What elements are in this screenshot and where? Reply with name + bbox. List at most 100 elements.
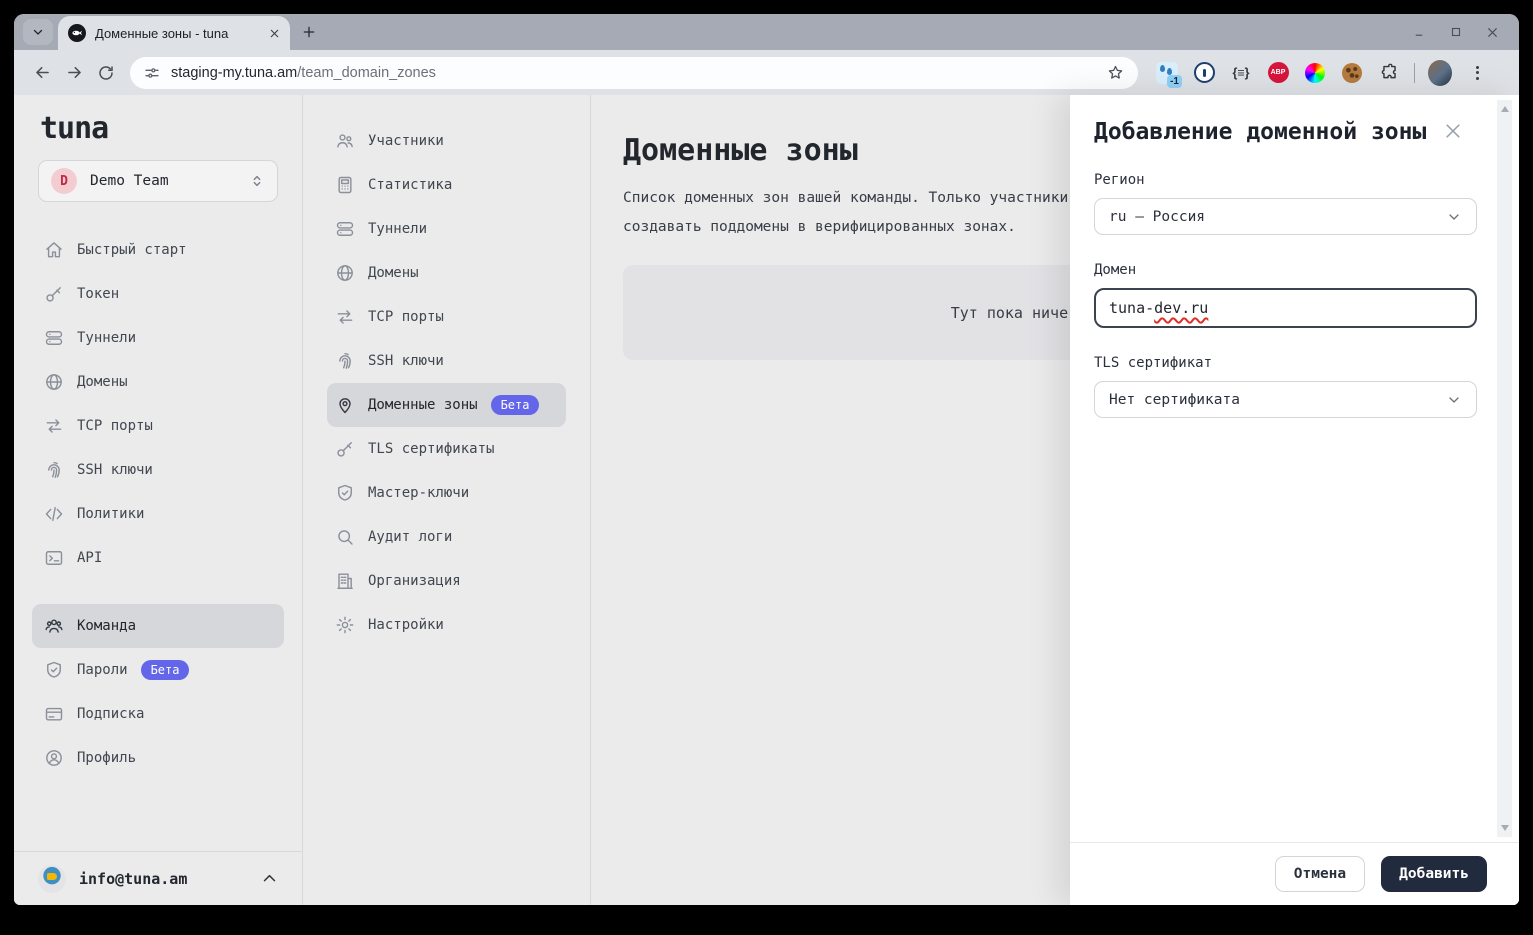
browser-menu-icon[interactable] [1465, 61, 1489, 85]
card-icon [44, 704, 64, 724]
new-tab-button[interactable] [302, 25, 316, 39]
scroll-up-icon[interactable] [1501, 106, 1509, 112]
shield-icon [44, 660, 64, 680]
nav-label: TLS сертификаты [368, 441, 494, 457]
tab-search-button[interactable] [23, 19, 53, 45]
browser-toolbar: staging-my.tuna.am/team_domain_zones -1 … [14, 50, 1519, 95]
globe-icon [335, 263, 355, 283]
sidebar-item-shield[interactable]: ПаролиБета [32, 648, 284, 692]
close-window-icon[interactable] [1486, 26, 1499, 39]
team-menu-item-server[interactable]: Туннели [327, 207, 566, 251]
weather-badge: -1 [1167, 75, 1182, 88]
team-icon [44, 616, 64, 636]
pin-icon [335, 395, 355, 415]
sidebar-item-server[interactable]: Туннели [32, 316, 284, 360]
nav-label: API [77, 550, 102, 566]
colorwheel-extension-icon[interactable] [1303, 61, 1327, 85]
team-menu-item-users[interactable]: Участники [327, 119, 566, 163]
sidebar-account-nav: Команда ПаролиБета Подписка Профиль [32, 604, 284, 780]
close-panel-icon[interactable] [1443, 121, 1463, 141]
extensions-puzzle-icon[interactable] [1377, 61, 1401, 85]
nav-label: Быстрый старт [77, 242, 187, 258]
tls-select[interactable]: Нет сертификата [1094, 381, 1477, 418]
team-menu-item-swap[interactable]: TCP порты [327, 295, 566, 339]
sidebar-item-team[interactable]: Команда [32, 604, 284, 648]
globe-icon [44, 372, 64, 392]
beta-badge: Бета [491, 395, 540, 415]
team-menu-item-fingerprint[interactable]: SSH ключи [327, 339, 566, 383]
team-menu-item-building[interactable]: Организация [327, 559, 566, 603]
nav-label: Профиль [77, 750, 136, 766]
panel-scrollbar[interactable] [1497, 100, 1512, 837]
tls-label: TLS сертификат [1094, 355, 1477, 371]
team-menu-item-key[interactable]: TLS сертификаты [327, 427, 566, 471]
nav-label: Подписка [77, 706, 144, 722]
sidebar-item-user[interactable]: Профиль [32, 736, 284, 780]
code-icon [44, 504, 64, 524]
chevron-up-icon [261, 870, 278, 887]
domain-input[interactable]: tuna-dev.ru [1094, 288, 1477, 328]
code-braces-extension-icon[interactable]: {≡} [1229, 61, 1253, 85]
team-menu-item-globe[interactable]: Домены [327, 251, 566, 295]
team-menu-item-shield[interactable]: Мастер-ключи [327, 471, 566, 515]
onepassword-extension-icon[interactable] [1192, 61, 1216, 85]
cookie-extension-icon[interactable] [1340, 61, 1364, 85]
maximize-icon[interactable] [1450, 26, 1462, 38]
sidebar-item-swap[interactable]: TCP порты [32, 404, 284, 448]
team-menu-item-gear[interactable]: Настройки [327, 603, 566, 647]
search-icon [335, 527, 355, 547]
chevron-down-icon [32, 26, 44, 38]
home-icon [44, 240, 64, 260]
team-menu-item-search[interactable]: Аудит логи [327, 515, 566, 559]
user-email: info@tuna.am [79, 870, 248, 888]
url-bar[interactable]: staging-my.tuna.am/team_domain_zones [130, 57, 1138, 89]
scroll-down-icon[interactable] [1501, 825, 1509, 831]
browser-tab[interactable]: Доменные зоны - tuna [58, 16, 290, 50]
submit-button[interactable]: Добавить [1381, 856, 1487, 892]
terminal-icon [44, 548, 64, 568]
browser-window: Доменные зоны - tuna staging-my.tuna.am/… [14, 14, 1519, 905]
nav-label: Организация [368, 573, 461, 589]
weather-extension-icon[interactable]: -1 [1155, 61, 1179, 85]
key-icon [44, 284, 64, 304]
back-icon[interactable] [26, 57, 58, 89]
panel-title: Добавление доменной зоны [1094, 119, 1477, 145]
key-icon [335, 439, 355, 459]
region-value: ru – Россия [1109, 209, 1205, 225]
sidebar-item-terminal[interactable]: API [32, 536, 284, 580]
bookmark-star-icon[interactable] [1107, 64, 1124, 81]
user-icon [44, 748, 64, 768]
site-settings-icon[interactable] [144, 65, 160, 81]
sidebar-item-home[interactable]: Быстрый старт [32, 228, 284, 272]
reload-icon[interactable] [90, 57, 122, 89]
server-icon [44, 328, 64, 348]
minimize-icon[interactable] [1413, 26, 1426, 39]
extensions-row: -1 {≡} ABP [1155, 61, 1489, 85]
sidebar-item-key[interactable]: Токен [32, 272, 284, 316]
team-menu-item-pin[interactable]: Доменные зоны Бета [327, 383, 566, 427]
sidebar-main-nav: Быстрый старт ТокенТуннелиДоменыTCP порты… [32, 228, 284, 580]
user-footer[interactable]: info@tuna.am [14, 851, 302, 905]
primary-sidebar: tuna D Demo Team Быстрый стартТокенТунне… [14, 95, 303, 905]
team-avatar: D [51, 168, 77, 194]
team-selector[interactable]: D Demo Team [38, 160, 278, 202]
sidebar-item-globe[interactable]: Домены [32, 360, 284, 404]
nav-label: Домены [368, 265, 419, 281]
region-select[interactable]: ru – Россия [1094, 198, 1477, 235]
sidebar-item-fingerprint[interactable]: SSH ключи [32, 448, 284, 492]
sidebar-item-card[interactable]: Подписка [32, 692, 284, 736]
forward-icon[interactable] [58, 57, 90, 89]
nav-label: Статистика [368, 177, 452, 193]
adblock-extension-icon[interactable]: ABP [1266, 61, 1290, 85]
browser-profile-avatar[interactable] [1428, 61, 1452, 85]
cancel-button[interactable]: Отмена [1275, 856, 1365, 892]
tab-close-icon[interactable] [269, 28, 280, 39]
panel-footer: Отмена Добавить [1070, 842, 1519, 905]
nav-label: Команда [77, 618, 136, 634]
team-menu-item-calculator[interactable]: Статистика [327, 163, 566, 207]
sidebar-item-code[interactable]: Политики [32, 492, 284, 536]
calculator-icon [335, 175, 355, 195]
shield-icon [335, 483, 355, 503]
nav-label: Доменные зоны [368, 397, 478, 413]
chevron-updown-icon [249, 173, 265, 189]
